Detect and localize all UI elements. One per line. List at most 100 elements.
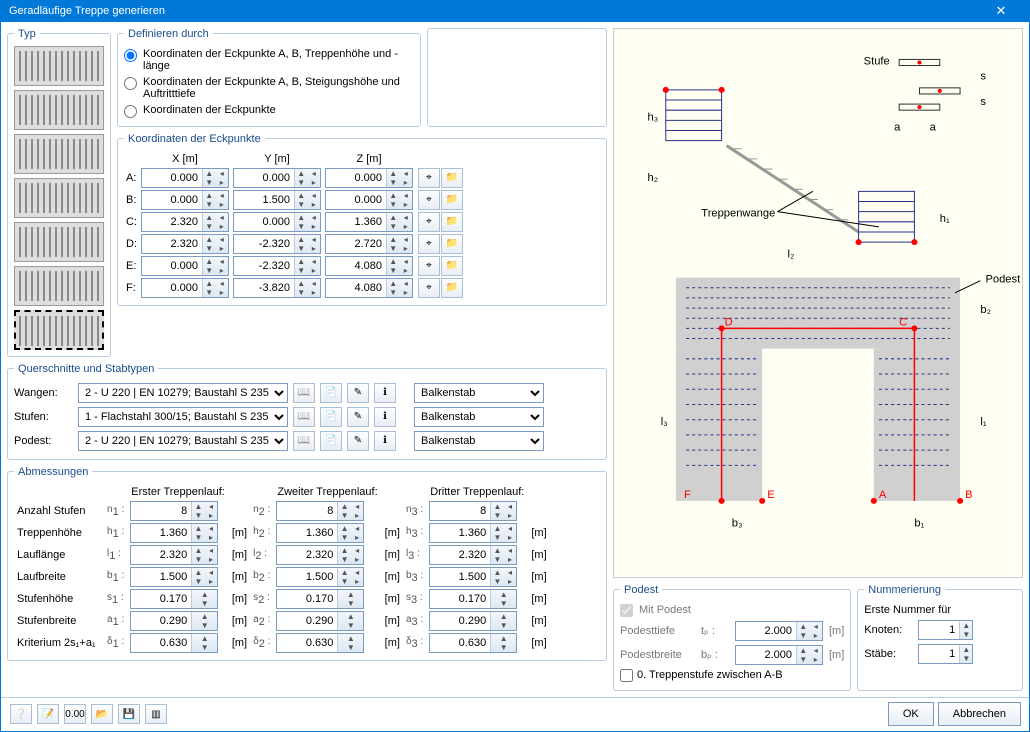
- coord-F:y[interactable]: ▲▼◂▸: [233, 278, 321, 298]
- abm-n3[interactable]: ▲▼◂▸: [429, 501, 517, 521]
- folder-icon[interactable]: 📁: [441, 190, 463, 210]
- typ-opt-1[interactable]: [14, 46, 104, 86]
- info-icon[interactable]: ℹ: [374, 383, 396, 403]
- pick-icon[interactable]: ⌖: [418, 256, 440, 276]
- abm-h1[interactable]: ▲▼◂▸: [130, 523, 218, 543]
- coord-E:z[interactable]: ▲▼◂▸: [325, 256, 413, 276]
- pick-icon[interactable]: ⌖: [418, 168, 440, 188]
- stufen-combo[interactable]: 1 - Flachstahl 300/15; Baustahl S 235: [78, 407, 288, 427]
- typ-opt-6[interactable]: [14, 266, 104, 306]
- lib-icon[interactable]: 📖: [293, 407, 315, 427]
- close-icon[interactable]: ✕: [981, 3, 1021, 19]
- abm-h3[interactable]: ▲▼◂▸: [429, 523, 517, 543]
- ok-button[interactable]: OK: [888, 702, 934, 726]
- wangen-combo[interactable]: 2 - U 220 | EN 10279; Baustahl S 235: [78, 383, 288, 403]
- abm-b3[interactable]: ▲▼◂▸: [429, 567, 517, 587]
- podest-type-combo[interactable]: Balkenstab: [414, 431, 544, 451]
- units-icon[interactable]: 0.00: [64, 704, 86, 724]
- folder-icon[interactable]: 📁: [441, 278, 463, 298]
- coord-C:x[interactable]: ▲▼◂▸: [141, 212, 229, 232]
- coord-D:y[interactable]: ▲▼◂▸: [233, 234, 321, 254]
- abm-δ2[interactable]: ▲▼: [276, 633, 364, 653]
- open-icon[interactable]: 📂: [91, 704, 113, 724]
- abm-a3[interactable]: ▲▼: [429, 611, 517, 631]
- svg-text:Stufe: Stufe: [864, 56, 890, 68]
- coord-A:x[interactable]: ▲▼◂▸: [141, 168, 229, 188]
- new-icon[interactable]: 📄: [320, 383, 342, 403]
- export-icon[interactable]: ▥: [145, 704, 167, 724]
- def-radio-3[interactable]: Koordinaten der Eckpunkte: [124, 102, 414, 120]
- cancel-button[interactable]: Abbrechen: [938, 702, 1021, 726]
- podest-group: Podest Mit Podest Podesttiefetₚ :▲▼◂▸ [m…: [613, 584, 851, 691]
- coord-C:z[interactable]: ▲▼◂▸: [325, 212, 413, 232]
- typ-opt-7[interactable]: [14, 310, 104, 350]
- def-radio-2[interactable]: Koordinaten der Eckpunkte A, B, Steigung…: [124, 74, 414, 102]
- abm-δ1[interactable]: ▲▼: [130, 633, 218, 653]
- new-icon[interactable]: 📄: [320, 431, 342, 451]
- def-radio-1[interactable]: Koordinaten der Eckpunkte A, B, Treppenh…: [124, 46, 414, 74]
- typ-opt-5[interactable]: [14, 222, 104, 262]
- typ-opt-3[interactable]: [14, 134, 104, 174]
- wangen-type-combo[interactable]: Balkenstab: [414, 383, 544, 403]
- coord-A:y[interactable]: ▲▼◂▸: [233, 168, 321, 188]
- coord-F:x[interactable]: ▲▼◂▸: [141, 278, 229, 298]
- abm-l1[interactable]: ▲▼◂▸: [130, 545, 218, 565]
- podesttiefe-input[interactable]: ▲▼◂▸: [735, 621, 823, 641]
- nummerierung-group: Nummerierung Erste Nummer für Knoten:▲▼ …: [857, 584, 1023, 691]
- abm-h2[interactable]: ▲▼◂▸: [276, 523, 364, 543]
- new-icon[interactable]: 📄: [320, 407, 342, 427]
- abm-a2[interactable]: ▲▼: [276, 611, 364, 631]
- mit-podest-check[interactable]: Mit Podest: [620, 602, 844, 619]
- abm-l2[interactable]: ▲▼◂▸: [276, 545, 364, 565]
- abm-l3[interactable]: ▲▼◂▸: [429, 545, 517, 565]
- folder-icon[interactable]: 📁: [441, 234, 463, 254]
- coord-D:x[interactable]: ▲▼◂▸: [141, 234, 229, 254]
- abm-b1[interactable]: ▲▼◂▸: [130, 567, 218, 587]
- folder-icon[interactable]: 📁: [441, 168, 463, 188]
- lib-icon[interactable]: 📖: [293, 383, 315, 403]
- knoten-num-input[interactable]: ▲▼: [918, 620, 973, 640]
- abm-s2[interactable]: ▲▼: [276, 589, 364, 609]
- save-icon[interactable]: 💾: [118, 704, 140, 724]
- help-icon[interactable]: ❔: [10, 704, 32, 724]
- abm-δ3[interactable]: ▲▼: [429, 633, 517, 653]
- zerostep-check[interactable]: 0. Treppenstufe zwischen A-B: [620, 667, 844, 684]
- coord-A:z[interactable]: ▲▼◂▸: [325, 168, 413, 188]
- coord-E:x[interactable]: ▲▼◂▸: [141, 256, 229, 276]
- pick-icon[interactable]: ⌖: [418, 234, 440, 254]
- stabe-num-input[interactable]: ▲▼: [918, 644, 973, 664]
- info-icon[interactable]: ℹ: [374, 431, 396, 451]
- coord-F:z[interactable]: ▲▼◂▸: [325, 278, 413, 298]
- abm-s1[interactable]: ▲▼: [130, 589, 218, 609]
- edit-icon[interactable]: ✎: [347, 383, 369, 403]
- coord-B:x[interactable]: ▲▼◂▸: [141, 190, 229, 210]
- typ-opt-2[interactable]: [14, 90, 104, 130]
- abmessungen-group: Abmessungen Erster Treppenlauf:Zweiter T…: [7, 466, 607, 661]
- podestbreite-input[interactable]: ▲▼◂▸: [735, 645, 823, 665]
- coord-B:y[interactable]: ▲▼◂▸: [233, 190, 321, 210]
- coord-D:z[interactable]: ▲▼◂▸: [325, 234, 413, 254]
- edit-icon[interactable]: ✎: [347, 431, 369, 451]
- abm-b2[interactable]: ▲▼◂▸: [276, 567, 364, 587]
- info-icon[interactable]: ℹ: [374, 407, 396, 427]
- coord-C:y[interactable]: ▲▼◂▸: [233, 212, 321, 232]
- typ-opt-4[interactable]: [14, 178, 104, 218]
- lib-icon[interactable]: 📖: [293, 431, 315, 451]
- abm-n2[interactable]: ▲▼◂▸: [276, 501, 364, 521]
- pick-icon[interactable]: ⌖: [418, 190, 440, 210]
- coord-legend: Koordinaten der Eckpunkte: [124, 133, 265, 145]
- abm-s3[interactable]: ▲▼: [429, 589, 517, 609]
- typ-legend: Typ: [14, 28, 40, 40]
- podest-combo[interactable]: 2 - U 220 | EN 10279; Baustahl S 235: [78, 431, 288, 451]
- pick-icon[interactable]: ⌖: [418, 278, 440, 298]
- edit-file-icon[interactable]: 📝: [37, 704, 59, 724]
- folder-icon[interactable]: 📁: [441, 256, 463, 276]
- edit-icon[interactable]: ✎: [347, 407, 369, 427]
- folder-icon[interactable]: 📁: [441, 212, 463, 232]
- pick-icon[interactable]: ⌖: [418, 212, 440, 232]
- stufen-type-combo[interactable]: Balkenstab: [414, 407, 544, 427]
- coord-B:z[interactable]: ▲▼◂▸: [325, 190, 413, 210]
- abm-n1[interactable]: ▲▼◂▸: [130, 501, 218, 521]
- abm-a1[interactable]: ▲▼: [130, 611, 218, 631]
- coord-E:y[interactable]: ▲▼◂▸: [233, 256, 321, 276]
